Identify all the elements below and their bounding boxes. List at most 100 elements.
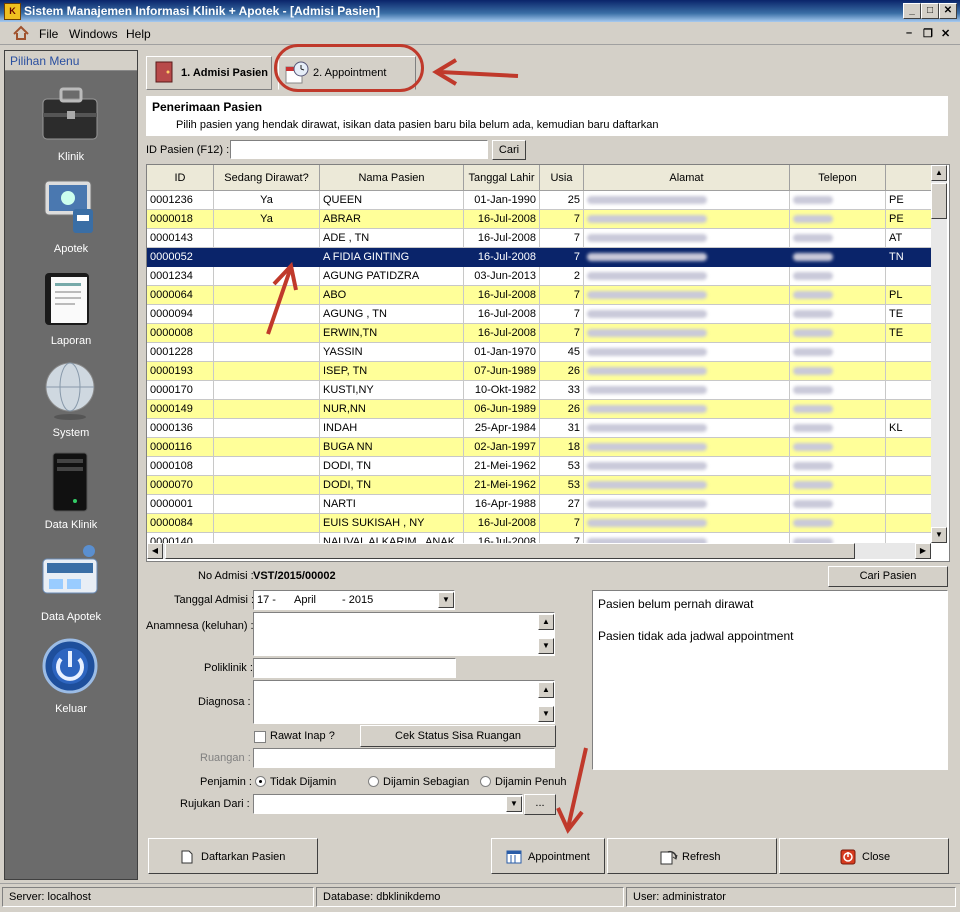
mdi-app-icon[interactable] <box>12 25 30 41</box>
sidebar-item-data-klinik[interactable]: Data Klinik <box>5 451 137 541</box>
column-header[interactable]: ID <box>147 165 214 191</box>
cari-button[interactable]: Cari <box>492 140 526 160</box>
chevron-down-icon[interactable]: ▼ <box>506 796 522 812</box>
scroll-down-icon[interactable]: ▼ <box>931 527 947 543</box>
grid-cell-lahir: 10-Okt-1982 <box>464 381 540 400</box>
table-row[interactable]: 0001228 YASSIN 01-Jan-1970 45 <box>147 343 931 362</box>
scroll-up-icon[interactable]: ▲ <box>538 614 554 630</box>
grid-cell-nama: AGUNG , TN <box>320 305 464 324</box>
scroll-thumb[interactable] <box>931 183 947 219</box>
table-row[interactable]: 0000116 BUGA NN 02-Jan-1997 18 <box>147 438 931 457</box>
ruangan-input[interactable] <box>253 748 555 768</box>
radio-dijamin-sebagian[interactable] <box>368 776 379 787</box>
grid-cell-lahir: 21-Mei-1962 <box>464 457 540 476</box>
table-row[interactable]: 0000064 ABO 16-Jul-2008 7 PL <box>147 286 931 305</box>
sidebar-item-laporan[interactable]: Laporan <box>5 267 137 357</box>
grid-cell-usia: 53 <box>540 476 584 495</box>
redacted-text <box>793 500 833 509</box>
tab-admisi-pasien[interactable]: 1. Admisi Pasien <box>146 56 272 90</box>
close-button[interactable]: Close <box>779 838 949 874</box>
table-row[interactable]: 0000170 KUSTI,NY 10-Okt-1982 33 <box>147 381 931 400</box>
id-pasien-input[interactable] <box>230 140 488 159</box>
column-header[interactable]: Alamat <box>584 165 790 191</box>
table-row[interactable]: 0000070 DODI, TN 21-Mei-1962 53 <box>147 476 931 495</box>
appointment-button[interactable]: Appointment <box>491 838 605 874</box>
hscroll-thumb[interactable] <box>165 543 855 559</box>
scroll-up-icon[interactable]: ▲ <box>538 682 554 698</box>
table-row[interactable]: 0001234 AGUNG PATIDZRA 03-Jun-2013 2 <box>147 267 931 286</box>
grid-cell-lahir: 16-Jul-2008 <box>464 533 540 543</box>
minimize-icon[interactable]: _ <box>903 3 921 19</box>
sidebar-item-keluar[interactable]: Keluar <box>5 635 137 725</box>
refresh-button[interactable]: Refresh <box>607 838 777 874</box>
scroll-down-icon[interactable]: ▼ <box>538 706 554 722</box>
table-row[interactable]: 0000143 ADE , TN 16-Jul-2008 7 AT <box>147 229 931 248</box>
sidebar-item-system[interactable]: System <box>5 359 137 449</box>
tanggal-admisi-picker[interactable]: 17 - April - 2015 ▼ <box>253 590 455 610</box>
table-row[interactable]: 0000136 INDAH 25-Apr-1984 31 KL <box>147 419 931 438</box>
menu-windows[interactable]: Windows <box>69 27 118 41</box>
rawat-inap-checkbox[interactable] <box>254 731 266 743</box>
mdi-close-icon[interactable]: ✕ <box>941 27 950 40</box>
radio-dijamin-penuh[interactable] <box>480 776 491 787</box>
radio-tidak-dijamin[interactable] <box>255 776 266 787</box>
mdi-restore-icon[interactable]: ❐ <box>923 27 933 40</box>
table-row[interactable]: 0001236 Ya QUEEN 01-Jan-1990 25 PE <box>147 191 931 210</box>
grid-cell-nama: NAUVAL ALKARIM , ANAK <box>320 533 464 543</box>
scroll-down-icon[interactable]: ▼ <box>538 638 554 654</box>
status-line-1: Pasien belum pernah dirawat <box>598 597 754 611</box>
column-header[interactable]: Usia <box>540 165 584 191</box>
table-row[interactable]: 0000001 NARTI 16-Apr-1988 27 <box>147 495 931 514</box>
maximize-icon[interactable]: □ <box>921 3 939 19</box>
table-row[interactable]: 0000140 NAUVAL ALKARIM , ANAK 16-Jul-2008 7 <box>147 533 931 543</box>
cek-status-button[interactable]: Cek Status Sisa Ruangan <box>360 725 556 747</box>
sidebar-item-apotek[interactable]: Apotek <box>5 175 137 265</box>
grid-cell-redacted <box>790 362 886 381</box>
grid-vertical-scrollbar[interactable]: ▲ ▼ <box>931 165 947 543</box>
menu-help[interactable]: Help <box>126 27 151 41</box>
grid-cell-redacted <box>790 438 886 457</box>
column-header[interactable]: Sedang Dirawat? <box>214 165 320 191</box>
sidebar-item-data-apotek[interactable]: Data Apotek <box>5 543 137 633</box>
poliklinik-input[interactable] <box>253 658 456 678</box>
scroll-up-icon[interactable]: ▲ <box>931 165 947 181</box>
diagnosa-input[interactable]: ▲ ▼ <box>253 680 555 724</box>
table-row[interactable]: 0000149 NUR,NN 06-Jun-1989 26 <box>147 400 931 419</box>
column-header[interactable]: Telepon <box>790 165 886 191</box>
redacted-text <box>587 386 707 395</box>
grid-cell-dirawat <box>214 324 320 343</box>
table-row[interactable]: 0000108 DODI, TN 21-Mei-1962 53 <box>147 457 931 476</box>
chevron-down-icon[interactable]: ▼ <box>438 592 454 608</box>
grid-cell-id: 0000149 <box>147 400 214 419</box>
table-row[interactable]: 0000018 Ya ABRAR 16-Jul-2008 7 PE <box>147 210 931 229</box>
menu-file[interactable]: File <box>39 27 58 41</box>
daftarkan-pasien-button[interactable]: Daftarkan Pasien <box>148 838 318 874</box>
scroll-right-icon[interactable]: ▶ <box>915 543 931 559</box>
info-title: Penerimaan Pasien <box>152 100 263 114</box>
app-icon[interactable]: K <box>4 3 21 20</box>
cari-pasien-button[interactable]: Cari Pasien <box>828 566 948 587</box>
mdi-minimize-icon[interactable]: – <box>906 27 912 39</box>
column-header[interactable]: Nama Pasien <box>320 165 464 191</box>
status-bar: Server: localhost Database: dbklinikdemo… <box>0 883 960 912</box>
tab-appointment[interactable]: 2. Appointment <box>278 56 416 90</box>
sidebar-item-klinik[interactable]: Klinik <box>5 83 137 173</box>
anamnesa-input[interactable]: ▲ ▼ <box>253 612 555 656</box>
table-row[interactable]: 0000193 ISEP, TN 07-Jun-1989 26 <box>147 362 931 381</box>
column-header[interactable]: Tanggal Lahir <box>464 165 540 191</box>
title-bar[interactable]: K Sistem Manajemen Informasi Klinik + Ap… <box>0 0 960 22</box>
sidebar-item-label: Keluar <box>55 703 87 715</box>
rujukan-select[interactable]: ▼ <box>253 794 523 814</box>
table-row[interactable]: 0000094 AGUNG , TN 16-Jul-2008 7 TE <box>147 305 931 324</box>
column-header[interactable] <box>886 165 932 191</box>
table-row[interactable]: 0000084 EUIS SUKISAH , NY 16-Jul-2008 7 <box>147 514 931 533</box>
scroll-left-icon[interactable]: ◀ <box>147 543 163 559</box>
close-icon[interactable]: ✕ <box>939 3 957 19</box>
rawat-inap-label: Rawat Inap ? <box>270 730 335 742</box>
rujukan-browse-button[interactable]: ... <box>524 794 556 815</box>
patient-grid[interactable]: ID Sedang Dirawat? Nama Pasien Tanggal Lahi… <box>146 164 950 562</box>
redacted-text <box>587 291 707 300</box>
table-row[interactable]: 0000052 A FIDIA GINTING 16-Jul-2008 7 TN <box>147 248 931 267</box>
table-row[interactable]: 0000008 ERWIN,TN 16-Jul-2008 7 TE <box>147 324 931 343</box>
grid-horizontal-scrollbar[interactable]: ◀ ▶ <box>147 543 931 559</box>
